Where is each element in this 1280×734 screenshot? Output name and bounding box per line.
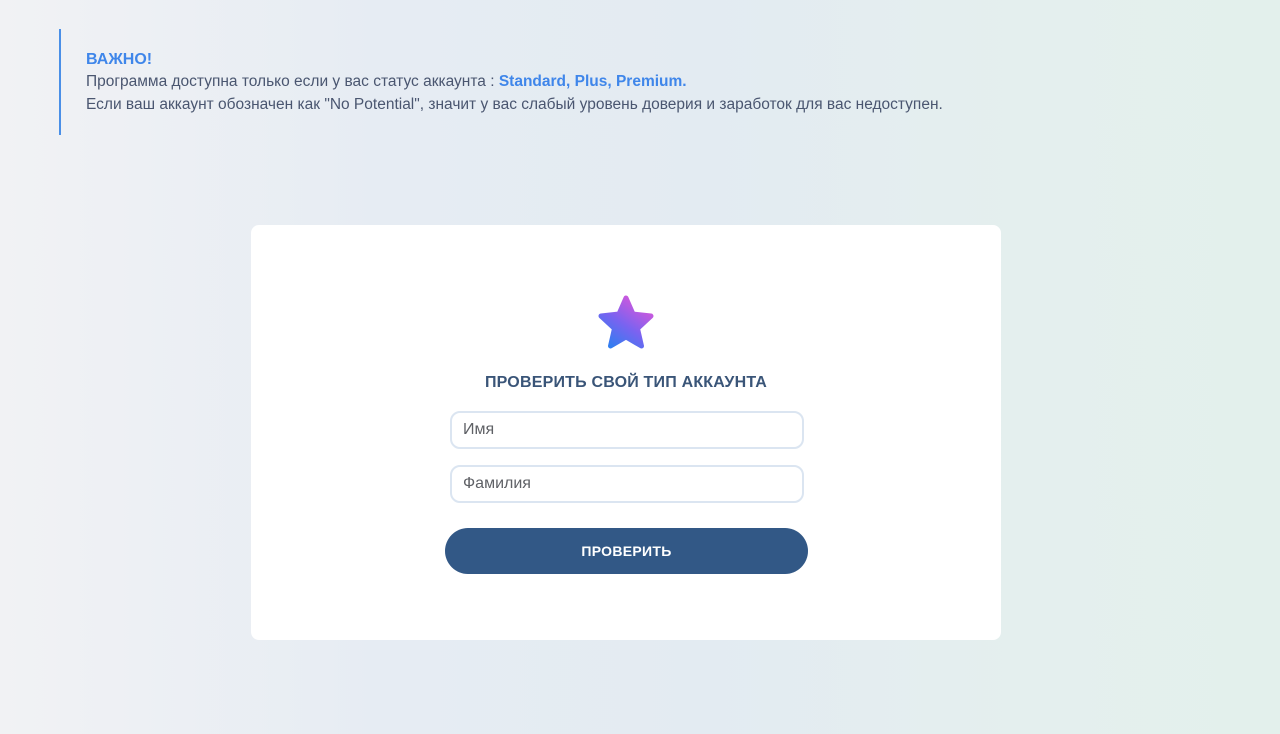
account-check-card: ПРОВЕРИТЬ СВОЙ ТИП АККАУНТА ПРОВЕРИТЬ <box>251 225 1001 640</box>
first-name-input[interactable] <box>450 411 804 449</box>
notice-title: ВАЖНО! <box>86 51 153 68</box>
notice-line-status: Программа доступна только если у вас ста… <box>86 70 1159 93</box>
gradient-star-icon <box>598 295 654 349</box>
last-name-input[interactable] <box>450 465 804 503</box>
important-notice: ВАЖНО! Программа доступна только если у … <box>59 29 1159 135</box>
check-button[interactable]: ПРОВЕРИТЬ <box>445 528 808 574</box>
notice-line-warning: Если ваш аккаунт обозначен как "No Poten… <box>86 96 943 113</box>
notice-status-text: Программа доступна только если у вас ста… <box>86 73 499 90</box>
notice-status-list: Standard, Plus, Premium. <box>498 73 687 90</box>
card-title: ПРОВЕРИТЬ СВОЙ ТИП АККАУНТА <box>484 374 768 391</box>
